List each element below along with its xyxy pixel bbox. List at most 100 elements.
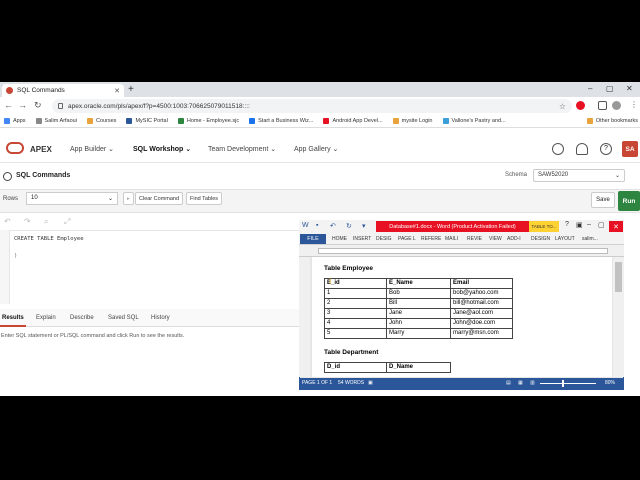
word-customize-icon[interactable]: ▾ (362, 222, 366, 230)
browser-tab[interactable]: SQL Commands ✕ (2, 84, 124, 97)
bookmark-item[interactable]: Vallone's Pastry and... (442, 118, 506, 124)
word-ribbon-tab[interactable]: LAYOUT (555, 236, 575, 242)
nav-app-gallery[interactable]: App Gallery ⌄ (294, 145, 338, 154)
zoom-slider[interactable] (540, 383, 596, 384)
profile-icon[interactable] (612, 101, 621, 110)
tab-saved-sql[interactable]: Saved SQL (108, 315, 139, 321)
bookmark-star-icon[interactable]: ☆ (559, 102, 566, 111)
help-icon[interactable]: ? (600, 143, 612, 155)
word-table-tools-tab[interactable]: TABLE TO... (529, 221, 559, 232)
tab-explain[interactable]: Explain (36, 315, 56, 321)
word-ribbon-tab[interactable]: VIEW (489, 236, 502, 242)
word-minimize-icon[interactable]: – (587, 221, 591, 228)
search-replace-icon[interactable]: ⌕ (44, 217, 48, 227)
reload-icon[interactable]: ↻ (34, 100, 42, 111)
department-table[interactable]: D_id D_Name (324, 362, 451, 373)
search-icon[interactable] (552, 143, 564, 155)
bookmark-item[interactable]: Salim Arfaoui (35, 118, 77, 124)
expand-icon[interactable]: ⤢ (64, 217, 70, 227)
minimize-icon[interactable]: – (588, 84, 592, 93)
nav-team-development[interactable]: Team Development ⌄ (208, 145, 276, 154)
word-maximize-icon[interactable]: ▢ (598, 221, 605, 229)
table-cell[interactable]: Jane (386, 308, 451, 319)
table-cell[interactable]: D_id (324, 362, 387, 373)
close-window-icon[interactable]: ✕ (626, 84, 633, 93)
word-ribbon-tab[interactable]: ADD-I (507, 236, 521, 242)
word-ribbon-options-icon[interactable]: ▣ (576, 221, 583, 229)
table-cell[interactable]: bob@yahoo.com (450, 288, 513, 299)
table-cell[interactable]: E_id (324, 278, 387, 289)
tab-history[interactable]: History (151, 315, 170, 321)
bookmark-item[interactable]: Android App Devel... (323, 118, 383, 124)
nav-app-builder[interactable]: App Builder ⌄ (70, 145, 114, 154)
word-ribbon-tab[interactable]: HOME (332, 236, 347, 242)
word-close-icon[interactable]: ✕ (609, 221, 623, 232)
word-save-icon[interactable]: ▪ (316, 222, 318, 229)
bookmark-item[interactable]: MySIC Portal (126, 118, 168, 124)
print-layout-icon[interactable]: ▦ (518, 380, 523, 386)
opera-extension-icon[interactable] (576, 101, 585, 110)
table-cell[interactable]: 2 (324, 298, 387, 309)
word-file-tab[interactable]: FILE (300, 234, 326, 244)
table-cell[interactable]: E_Name (386, 278, 451, 289)
apex-brand[interactable]: APEX (30, 145, 52, 154)
new-tab-icon[interactable]: + (128, 84, 134, 95)
table-cell[interactable]: bill@hotmail.com (450, 298, 513, 309)
word-undo-icon[interactable]: ↶ (330, 222, 336, 230)
save-button[interactable]: Save (591, 192, 615, 208)
oracle-logo-icon[interactable] (6, 142, 24, 154)
table-cell[interactable]: 3 (324, 308, 387, 319)
table-cell[interactable]: John@doe.com (450, 318, 513, 329)
forward-icon[interactable]: → (18, 100, 27, 110)
nav-sql-workshop[interactable]: SQL Workshop ⌄ (133, 145, 191, 154)
table-cell[interactable]: John (386, 318, 451, 329)
bookmark-item[interactable]: Home - Employee.sjc (177, 118, 239, 124)
web-layout-icon[interactable]: ▥ (530, 380, 535, 386)
bookmark-item[interactable]: Other bookmarks (586, 118, 638, 124)
table-cell[interactable]: Email (450, 278, 513, 289)
bookmark-item[interactable]: Courses (86, 118, 116, 124)
table-cell[interactable]: Bill (386, 298, 451, 309)
word-ribbon-tab[interactable]: MAILI (445, 236, 458, 242)
rows-select[interactable]: 10 ⌄ (26, 192, 118, 205)
maximize-icon[interactable]: ▢ (606, 84, 614, 93)
employee-table[interactable]: E_id E_Name Email 1 Bob bob@yahoo.com 2 Bill bil… (324, 278, 513, 339)
schema-select[interactable]: SAW52020 ⌄ (533, 169, 625, 182)
table-cell[interactable]: marry@msn.com (450, 328, 513, 339)
undo-icon[interactable]: ↶ (4, 217, 11, 226)
word-ribbon-tab[interactable]: REFERE (421, 236, 441, 242)
bookmark-item[interactable]: mysite Login (392, 118, 433, 124)
word-ribbon-tab[interactable]: PAGE L (398, 236, 416, 242)
word-help-icon[interactable]: ? (565, 221, 569, 228)
word-ribbon-tab[interactable]: DESIG (376, 236, 392, 242)
redo-icon[interactable]: ↷ (24, 217, 31, 226)
clear-command-button[interactable]: Clear Command (135, 192, 184, 205)
table-cell[interactable]: D_Name (386, 362, 451, 373)
word-scroll-thumb[interactable] (615, 262, 622, 292)
table-cell[interactable]: 5 (324, 328, 387, 339)
word-ribbon-tab[interactable]: salim... (582, 236, 598, 242)
table-cell[interactable]: 4 (324, 318, 387, 329)
table-cell[interactable]: 1 (324, 288, 387, 299)
table-cell[interactable]: Marry (386, 328, 451, 339)
zoom-slider-knob[interactable] (562, 380, 564, 387)
help-toggle-icon[interactable]: ▸ (123, 192, 134, 205)
find-tables-button[interactable]: Find Tables (186, 192, 223, 205)
bookmark-item[interactable]: Apps (4, 118, 26, 124)
back-icon[interactable]: ← (4, 100, 13, 110)
avatar[interactable]: SA (622, 141, 638, 157)
cast-icon[interactable] (598, 101, 607, 110)
run-button[interactable]: Run (618, 191, 640, 211)
zoom-level[interactable]: 80% (605, 380, 615, 386)
proofing-icon[interactable]: ▣ (368, 380, 373, 386)
tab-results[interactable]: Results (2, 315, 24, 321)
word-ribbon-tab[interactable]: INSERT (353, 236, 371, 242)
word-ribbon-tab[interactable]: DESIGN (531, 236, 550, 242)
status-page-count[interactable]: PAGE 1 OF 1 (302, 380, 332, 386)
word-redo-icon[interactable]: ↻ (346, 222, 352, 230)
menu-icon[interactable]: ⋮ (630, 100, 638, 109)
table-cell[interactable]: Bob (386, 288, 451, 299)
user-settings-icon[interactable] (576, 143, 588, 155)
tab-describe[interactable]: Describe (70, 315, 94, 321)
status-word-count[interactable]: 54 WORDS (338, 380, 364, 386)
